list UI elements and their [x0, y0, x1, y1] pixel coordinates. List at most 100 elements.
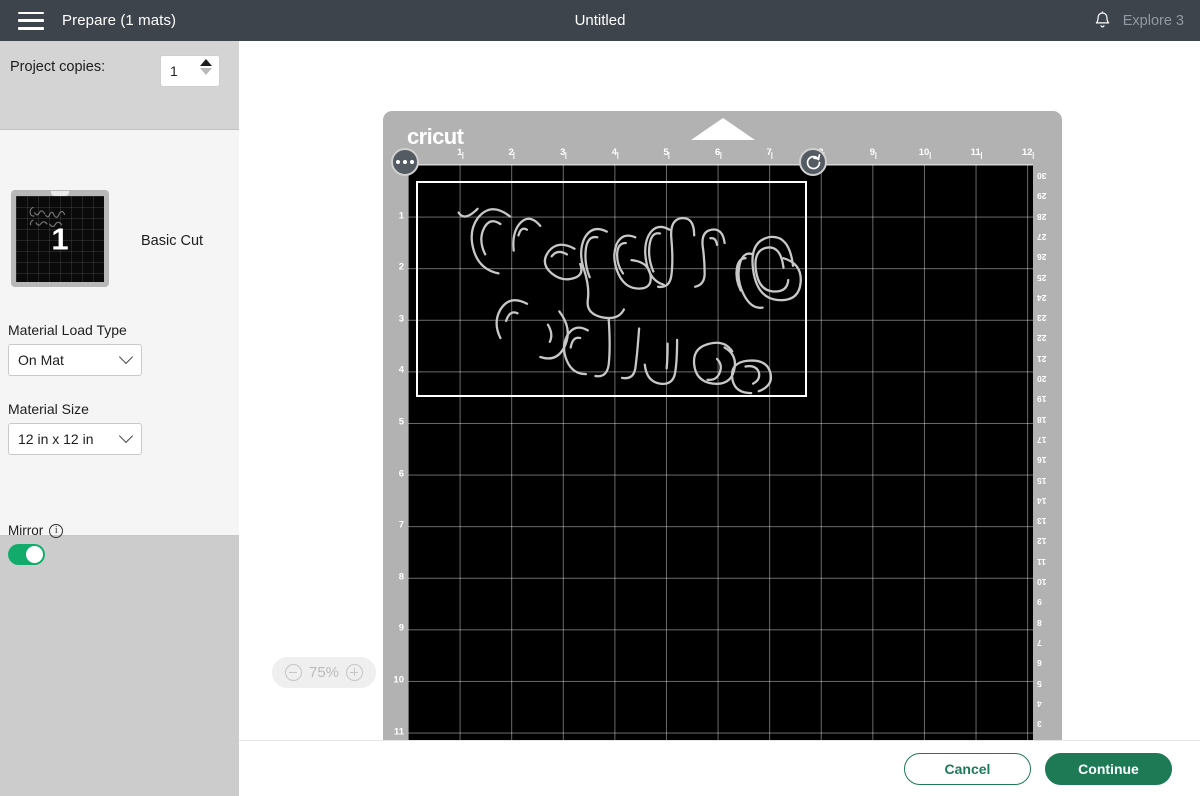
mat-number: 1: [51, 221, 69, 257]
ruler-right-tick: 28: [1037, 211, 1047, 222]
ruler-tick-line: [720, 152, 722, 159]
ruler-right-tick: 27: [1037, 231, 1047, 242]
material-load-type-select[interactable]: On Mat: [8, 344, 142, 376]
project-copies-panel: Project copies: 1 Apply: [0, 41, 239, 153]
project-copies-label: Project copies:: [10, 59, 106, 75]
ruler-left-tick: 3: [398, 313, 404, 325]
ruler-right-tick: 21: [1037, 353, 1047, 364]
footer-bar: Cancel Continue: [239, 740, 1200, 796]
ruler-tick-line: [875, 152, 877, 159]
ruler-tick-line: [513, 152, 515, 159]
ruler-right-tick: 29: [1037, 191, 1047, 202]
ruler-right-tick: 22: [1037, 333, 1047, 344]
machine-label[interactable]: Explore 3: [1123, 13, 1184, 29]
project-copies-stepper[interactable]: 1: [160, 55, 220, 87]
ruler-tick-line: [565, 152, 567, 159]
ruler-top-tick: 1: [456, 147, 464, 159]
hamburger-icon[interactable]: [18, 11, 44, 30]
ruler-right-tick: 11: [1037, 556, 1046, 567]
chevron-down-icon: [118, 428, 134, 444]
ruler-top-tick: 10: [918, 147, 931, 159]
cancel-button[interactable]: Cancel: [904, 752, 1031, 785]
ruler-right-tick: 30: [1037, 171, 1047, 181]
project-copies-value[interactable]: 1: [170, 63, 178, 79]
info-icon[interactable]: i: [49, 523, 64, 538]
ruler-top-tick: 11: [970, 147, 982, 159]
ruler-top-tick: 4: [611, 147, 619, 159]
ruler-top-tick: 7: [766, 147, 773, 159]
ruler-top: 123456789101112: [408, 147, 1034, 164]
rotate-icon[interactable]: [799, 148, 827, 176]
bell-icon[interactable]: [1094, 11, 1111, 30]
ruler-top-tick: 3: [560, 147, 567, 159]
ruler-right-tick: 13: [1037, 516, 1047, 527]
app-header: Prepare (1 mats) Untitled Explore 3: [0, 0, 1200, 41]
ruler-right-tick: 19: [1037, 394, 1047, 405]
ruler-right-tick: 15: [1037, 475, 1047, 486]
material-size-select[interactable]: 12 in x 12 in: [8, 423, 142, 455]
ruler-right-tick: 25: [1037, 272, 1047, 283]
cutting-mat: cricut 123456789101112 1234567891011 302…: [383, 111, 1062, 740]
ruler-left-tick: 7: [398, 519, 404, 531]
ruler-right-tick: 9: [1037, 597, 1042, 608]
ruler-right-tick: 4: [1037, 698, 1042, 709]
mat-surface[interactable]: [408, 164, 1033, 740]
ruler-left-tick: 5: [398, 416, 404, 428]
project-copies-row: Project copies:: [10, 59, 105, 75]
ruler-left-tick: 1: [398, 210, 404, 222]
mirror-row: Mirror i: [8, 523, 64, 538]
ruler-right-tick: 8: [1037, 617, 1042, 628]
ruler-right-tick: 3: [1037, 719, 1042, 730]
ruler-top-tick: 5: [663, 147, 670, 159]
stepper-arrows: [200, 59, 212, 75]
ruler-right-tick: 6: [1037, 658, 1042, 669]
ruler-right-tick: 17: [1037, 434, 1047, 445]
ruler-tick-line: [771, 152, 773, 159]
zoom-out-icon[interactable]: [284, 664, 302, 681]
stepper-decrement-icon[interactable]: [200, 68, 212, 75]
mirror-label: Mirror: [8, 523, 44, 538]
material-load-type-label: Material Load Type: [8, 322, 127, 338]
material-load-type-value: On Mat: [18, 352, 64, 368]
mirror-toggle-knob: [26, 546, 43, 563]
ruler-tick-line: [1032, 152, 1034, 159]
more-options-icon[interactable]: [391, 148, 419, 176]
ruler-right-tick: 14: [1037, 495, 1047, 506]
rotate-glyph: [806, 153, 820, 169]
ruler-tick-line: [462, 152, 464, 159]
ruler-left: 1 2 3 4 5 6 7 8 9 10 11: [383, 164, 408, 740]
mat-operation-label: Basic Cut: [141, 233, 204, 249]
ruler-tick-line: [980, 152, 982, 159]
mat-settings-panel: 1 Basic Cut Material Load Type On Mat Ma…: [0, 130, 239, 565]
ruler-left-tick: 2: [398, 261, 404, 273]
header-right-group: Explore 3: [1094, 11, 1184, 30]
stepper-increment-icon[interactable]: [200, 59, 212, 66]
ruler-right-tick: 23: [1037, 313, 1047, 324]
left-sidebar: Project copies: 1 Apply: [0, 41, 239, 796]
ruler-tick-line: [617, 152, 619, 159]
selection-bounding-box[interactable]: [416, 181, 807, 397]
ruler-right-tick: 20: [1037, 374, 1047, 384]
ruler-right-tick: 16: [1037, 455, 1047, 466]
zoom-in-icon[interactable]: [346, 664, 364, 681]
ruler-left-tick: 10: [393, 674, 404, 686]
ruler-right-tick: 7: [1037, 637, 1042, 648]
ruler-right: 30 29 28 27 26 25 24 23 22 21 20 19 18 17 16 15 14 13 12 11…: [1033, 164, 1062, 740]
ruler-right-tick: 26: [1037, 252, 1047, 263]
continue-button[interactable]: Continue: [1045, 752, 1172, 785]
mat-thumbnail-surface: 1: [16, 196, 104, 282]
mirror-toggle[interactable]: [8, 544, 45, 565]
cricut-prepare-screen: Prepare (1 mats) Untitled Explore 3 Proj…: [0, 0, 1200, 796]
chevron-down-icon: [118, 349, 134, 365]
ruler-top-tick: 6: [714, 147, 722, 159]
ruler-top-tick: 2: [508, 147, 515, 159]
ruler-right-tick: 10: [1037, 577, 1047, 587]
ruler-top-tick: 9: [869, 147, 877, 159]
ruler-right-tick: 12: [1037, 536, 1047, 547]
ruler-tick-line: [929, 152, 931, 159]
ruler-left-tick: 11: [393, 726, 404, 738]
mat-thumbnail[interactable]: 1: [11, 190, 109, 287]
mat-canvas[interactable]: cricut 123456789101112 1234567891011 302…: [239, 41, 1200, 740]
design-artwork[interactable]: [432, 197, 812, 403]
document-title: Untitled: [574, 12, 626, 29]
